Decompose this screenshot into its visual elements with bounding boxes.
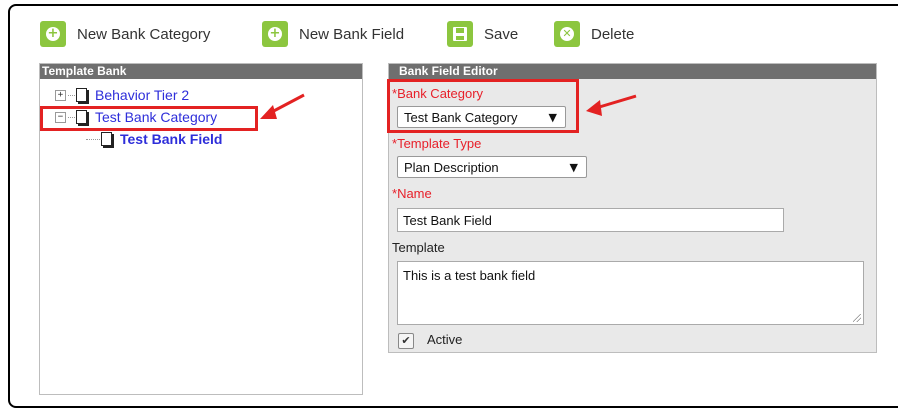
delete-label: Delete — [591, 25, 635, 43]
template-bank-title: Template Bank — [40, 64, 362, 79]
tree-item-test-bank-field[interactable]: Test Bank Field — [86, 131, 222, 147]
expand-icon[interactable]: + — [55, 89, 66, 101]
new-bank-field-button[interactable]: + New Bank Field — [262, 20, 404, 48]
save-icon — [447, 21, 473, 47]
save-label: Save — [484, 25, 519, 43]
delete-icon: ✕ — [554, 21, 580, 47]
template-value: This is a test bank field — [403, 268, 536, 283]
document-icon — [76, 88, 87, 102]
annotation-arrow-icon — [260, 93, 305, 119]
annotation-arrow-icon — [586, 94, 637, 116]
tree-item-label[interactable]: Behavior Tier 2 — [95, 87, 189, 103]
new-bank-category-button[interactable]: + New Bank Category — [40, 20, 210, 48]
tree-item-behavior-tier-2[interactable]: + Behavior Tier 2 — [55, 87, 189, 103]
active-checkbox[interactable]: ✔ — [398, 333, 414, 349]
name-input[interactable]: Test Bank Field — [397, 208, 784, 232]
new-bank-field-label: New Bank Field — [299, 25, 405, 43]
plus-icon: + — [262, 21, 288, 47]
annotation-box-category — [387, 79, 579, 133]
template-type-select[interactable]: Plan Description ▼ — [397, 156, 587, 178]
tree-item-label[interactable]: Test Bank Field — [120, 131, 222, 147]
resize-grip-icon[interactable] — [853, 314, 861, 322]
save-button[interactable]: Save — [447, 20, 518, 48]
template-type-field-label: *Template Type — [392, 136, 482, 151]
active-label: Active — [427, 332, 463, 347]
bank-field-editor-title: Bank Field Editor — [389, 64, 876, 79]
document-icon — [101, 132, 112, 146]
plus-icon: + — [40, 21, 66, 47]
template-field-label: Template — [392, 240, 445, 255]
dropdown-arrow-icon: ▼ — [569, 160, 578, 174]
delete-button[interactable]: ✕ Delete — [554, 20, 634, 48]
new-bank-category-label: New Bank Category — [77, 25, 211, 43]
name-field-label: *Name — [392, 186, 432, 201]
template-type-value: Plan Description — [404, 159, 499, 175]
template-textarea[interactable]: This is a test bank field — [397, 261, 864, 325]
annotation-box-tree — [40, 106, 258, 131]
